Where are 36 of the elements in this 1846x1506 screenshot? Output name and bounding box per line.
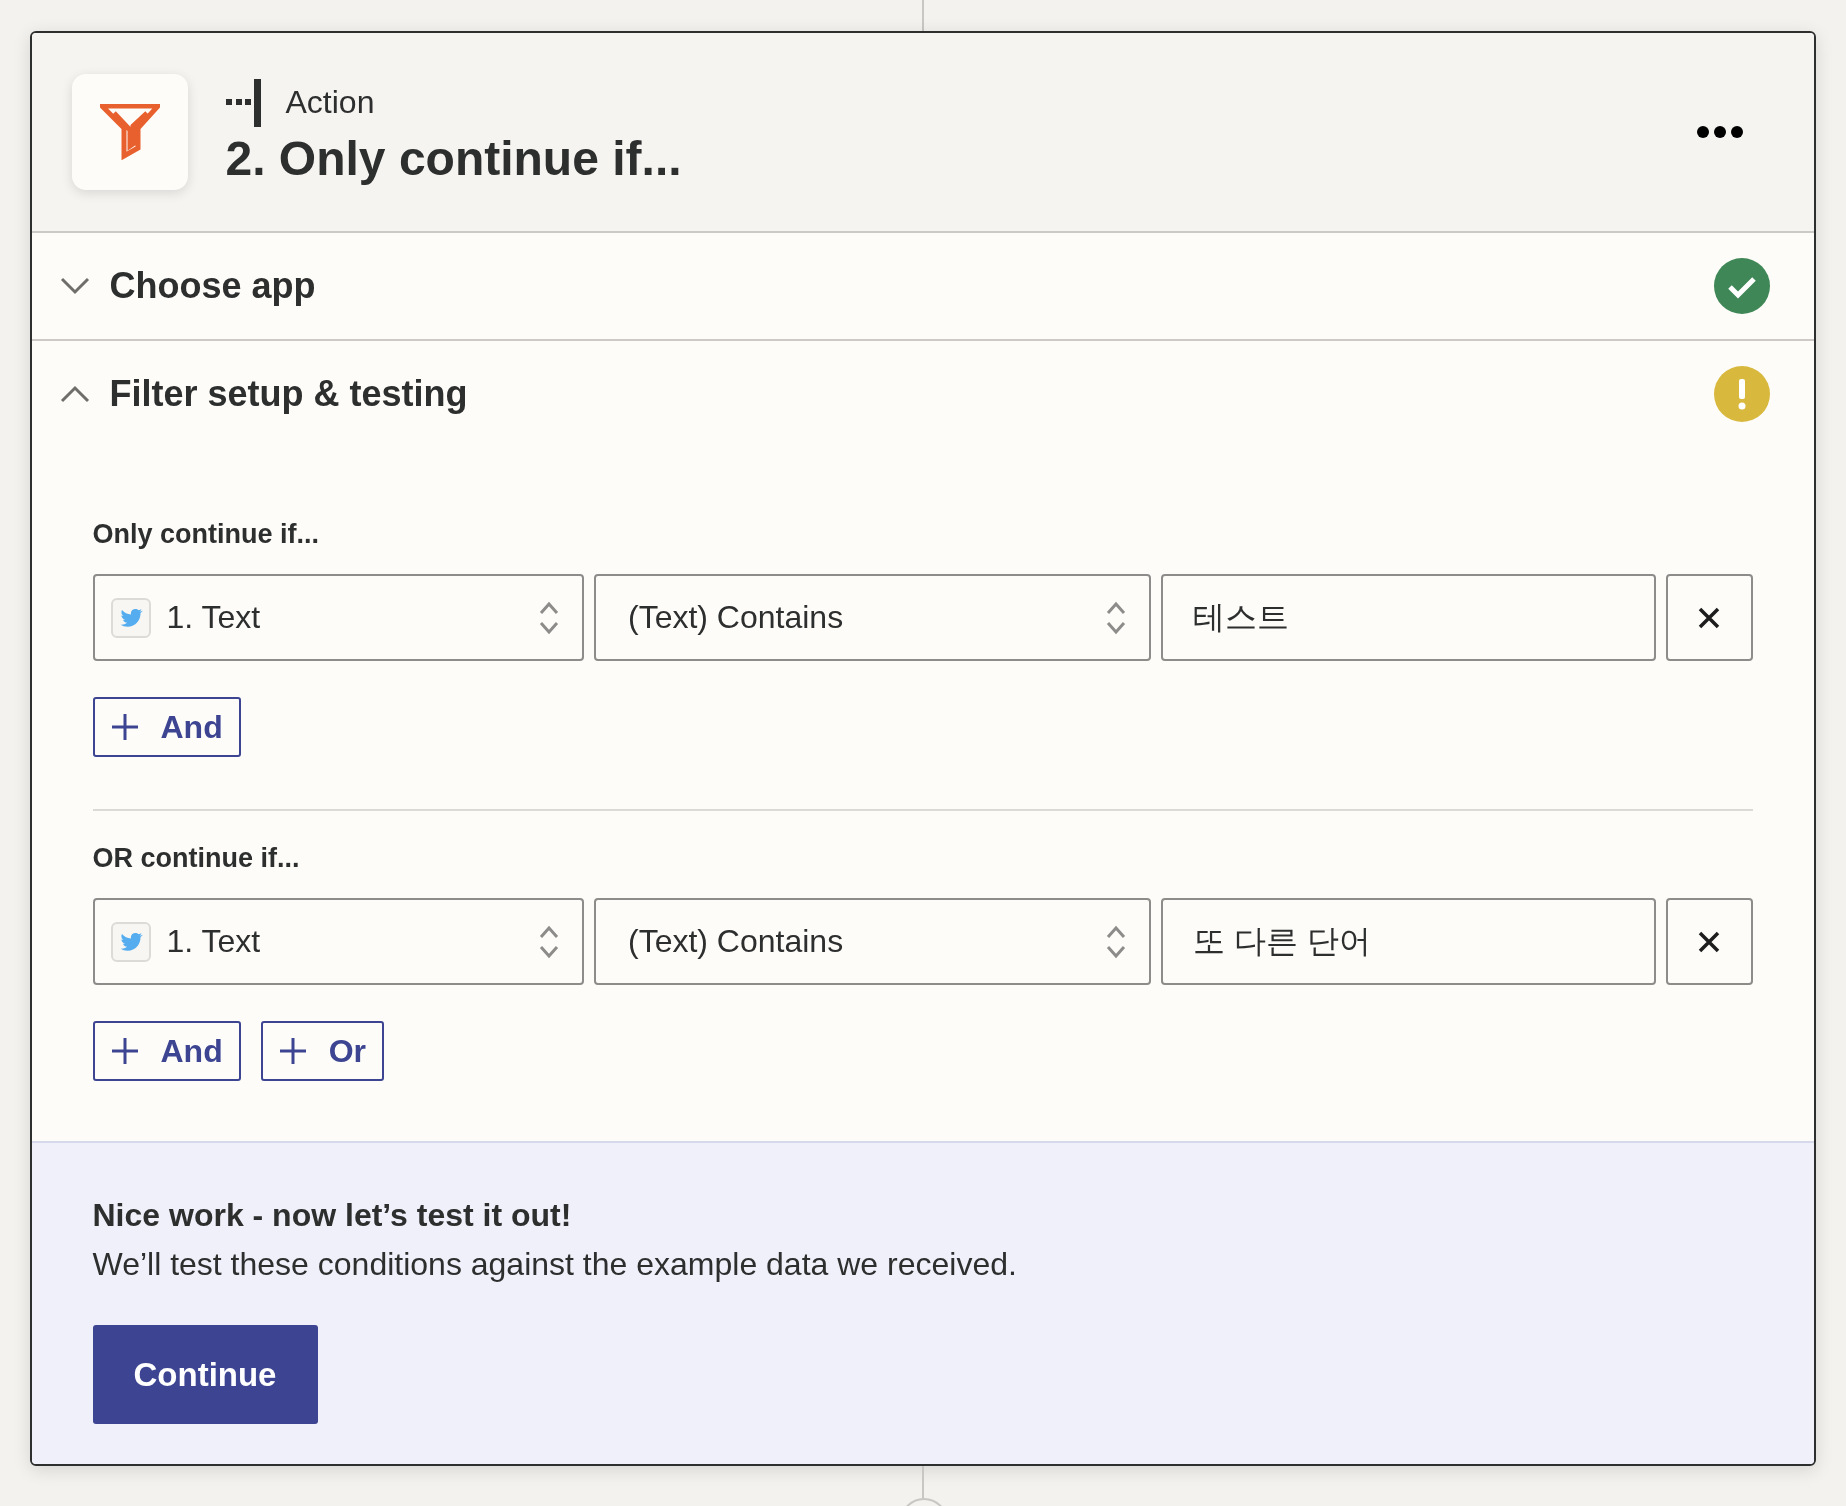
bird-icon	[110, 597, 151, 638]
field-select[interactable]: 1. Text	[92, 574, 584, 661]
condition-group-label: OR continue if...	[92, 843, 301, 874]
value-input[interactable]: 테스트	[1161, 574, 1656, 661]
test-heading: Nice work - now let’s test it out!	[92, 1197, 573, 1234]
more-options-icon[interactable]	[1695, 125, 1744, 139]
section-header[interactable]: Choose app	[31, 233, 1814, 341]
up-down-chevron-icon	[1105, 599, 1128, 636]
step-type-label: Action	[285, 84, 375, 121]
plus-icon	[110, 1037, 139, 1065]
test-description: We’ll test these conditions against the example data we received.	[92, 1246, 1018, 1283]
bird-icon	[110, 921, 151, 962]
remove-button[interactable]	[1665, 898, 1753, 985]
close-icon	[1698, 606, 1721, 629]
add-condition-button[interactable]: And	[92, 1021, 241, 1081]
field-select[interactable]: 1. Text	[92, 898, 584, 985]
add-condition-button[interactable]: Or	[260, 1021, 385, 1081]
up-down-chevron-icon	[537, 923, 560, 960]
operator-select[interactable]: (Text) Contains	[593, 898, 1152, 985]
remove-button[interactable]	[1665, 574, 1753, 661]
up-down-chevron-icon	[1105, 923, 1128, 960]
section-title: Filter setup & testing	[109, 373, 468, 415]
add-condition-button[interactable]: And	[92, 697, 241, 757]
step-title: 2. Only continue if...	[225, 130, 682, 186]
plus-icon	[278, 1037, 307, 1065]
operator-select[interactable]: (Text) Contains	[593, 574, 1152, 661]
plus-icon	[110, 713, 139, 741]
section-header[interactable]: Filter setup & testing	[31, 341, 1814, 447]
continue-button[interactable]: Continue	[92, 1325, 318, 1424]
up-down-chevron-icon	[537, 599, 560, 636]
filter-icon	[99, 104, 160, 160]
condition-group-label: Only continue if...	[92, 519, 320, 550]
step-connector-icon	[225, 78, 262, 127]
section-title: Choose app	[109, 265, 316, 307]
value-input[interactable]: 또 다른 단어	[1161, 898, 1656, 985]
close-icon	[1698, 930, 1721, 953]
